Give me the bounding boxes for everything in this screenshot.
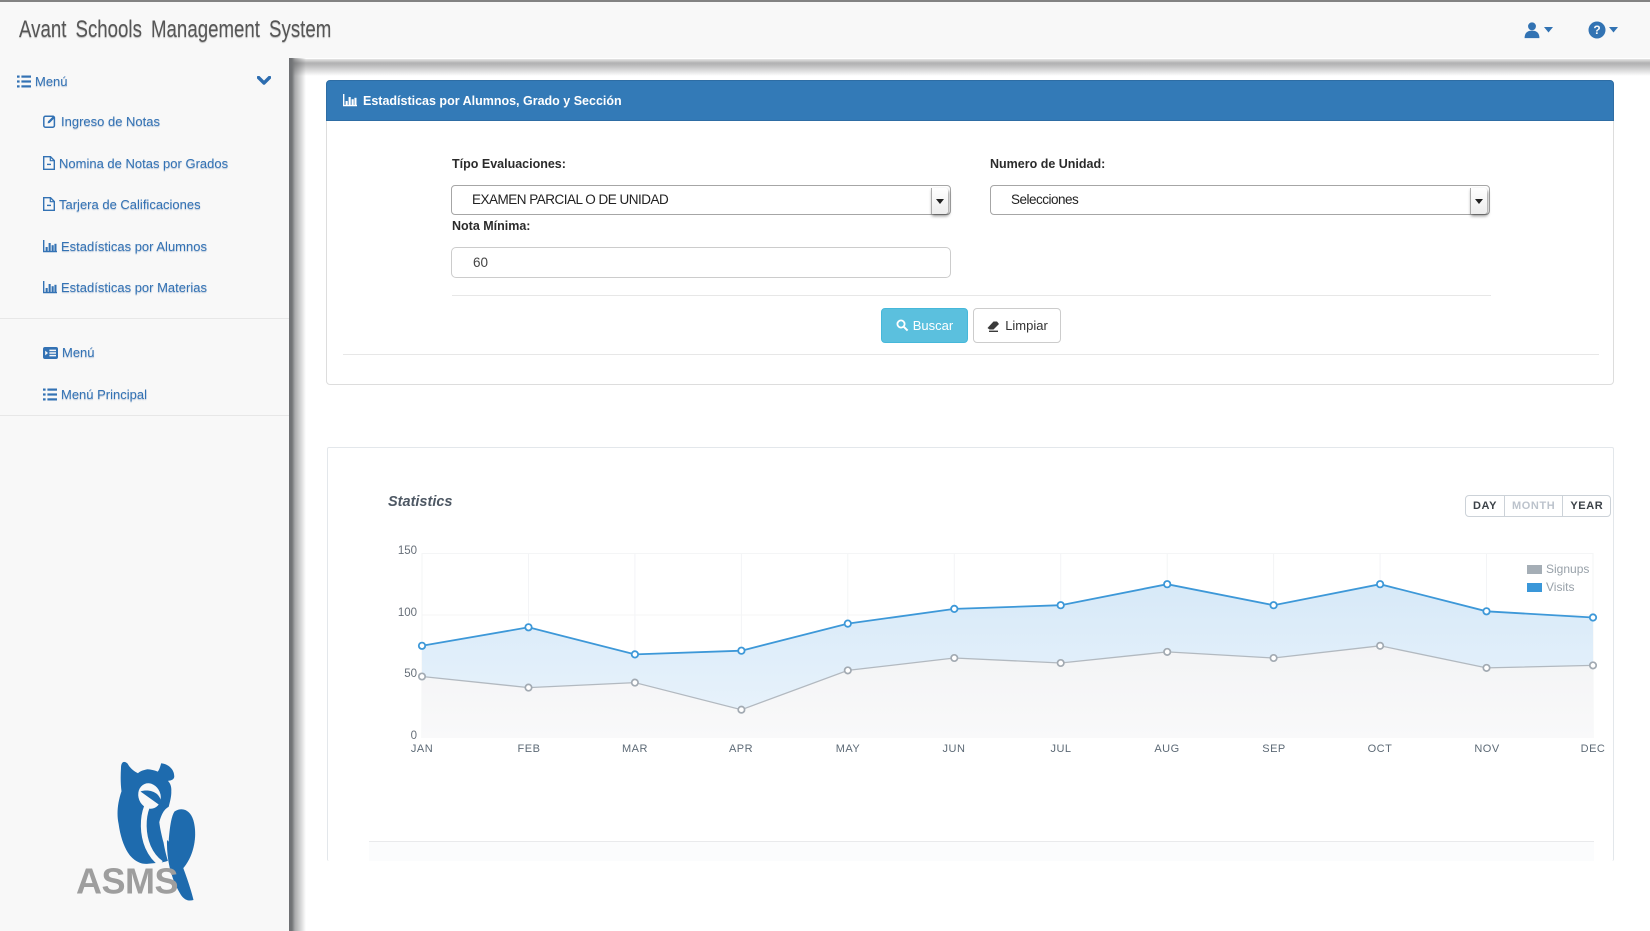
svg-text:?: ? [1593,23,1600,37]
svg-text:ASMS: ASMS [76,861,178,902]
